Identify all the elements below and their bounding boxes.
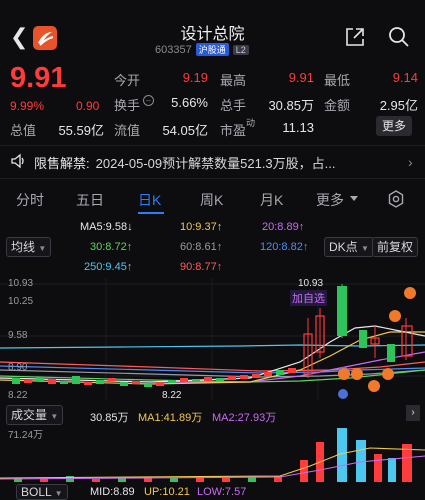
tab-weekly-k[interactable]: 周K [200, 190, 223, 210]
tab-more[interactable]: 更多 [316, 190, 344, 210]
stat-label-amount: 金额 [324, 98, 351, 113]
l2-badge: L2 [232, 44, 249, 55]
ma30-label: 30:8.72↑ [90, 241, 133, 253]
hk-connect-badge: 沪股通 [195, 43, 229, 56]
tab-five-day[interactable]: 五日 [76, 190, 104, 210]
stat-label-turnover: 换手 [114, 98, 141, 113]
stat-label-low: 最低 [324, 73, 351, 88]
ma5-label: MA5:9.58↓ [80, 221, 133, 233]
chevron-down-icon: ▼ [54, 489, 63, 498]
boll-mid: MID:8.89 [90, 486, 135, 498]
stock-code-line: 603357 沪股通 L2 [155, 43, 249, 56]
volume-max-label: 71.24万 [8, 430, 44, 441]
indicator-select[interactable]: 成交量 ▼ [6, 405, 64, 425]
boll-label: BOLL [21, 485, 52, 499]
y-axis-label-2: 10.25 [8, 296, 34, 307]
share-icon[interactable] [344, 26, 366, 53]
tab-intraday[interactable]: 分时 [16, 190, 44, 210]
stat-label-open: 今开 [114, 73, 141, 88]
volume-chart: 71.24万 [0, 424, 425, 482]
stat-label-pe: 市盈 [220, 123, 247, 138]
stat-value-volume: 30.85万 [268, 98, 314, 113]
price-adjust-select[interactable]: 前复权 [372, 237, 419, 257]
chevron-down-icon [350, 196, 358, 201]
indicator-label: 成交量 [11, 408, 48, 422]
more-stats-button[interactable]: 更多 [376, 116, 412, 136]
chevron-right-icon[interactable]: › [406, 405, 420, 421]
change-percent: 9.99% [10, 99, 45, 113]
change-amount: 0.90 [76, 99, 100, 113]
ma120-label: 120:8.82↑ [260, 241, 309, 253]
tab-monthly-k[interactable]: 月K [260, 190, 283, 210]
search-icon[interactable] [388, 26, 410, 53]
notice-bar[interactable]: 限售解禁: 2024-05-09预计解禁数量521.3万股，占... › [0, 145, 425, 179]
ma60-label: 60:8.61↑ [180, 241, 223, 253]
volume-ma2: MA2:27.93万 [212, 412, 277, 424]
ma10-label: 10:9.37↑ [180, 221, 223, 233]
low-price-label: 8.22 [162, 390, 182, 401]
current-price: 9.91 [10, 62, 67, 94]
period-tabs: 分时 五日 日K 周K 月K 更多 [0, 182, 425, 216]
notice-title: 限售解禁: [34, 155, 90, 171]
dk-point-label: DK点 [329, 240, 358, 254]
stat-label-pe-sup: 动 [246, 118, 256, 128]
chevron-down-icon: ▼ [50, 412, 59, 421]
boll-up: UP:10.21 [144, 486, 190, 498]
settings-icon[interactable] [386, 189, 406, 214]
notice-text: 2024-05-09预计解禁数量521.3万股，占... [95, 155, 336, 171]
stat-value-total-value: 55.59亿 [58, 123, 104, 138]
ma90-label: 90:8.77↑ [180, 261, 223, 273]
y-axis-label-4: 8.90 [8, 362, 28, 373]
stat-value-open: 9.19 [182, 70, 208, 85]
stat-value-float-value: 54.05亿 [162, 123, 208, 138]
volume-ma1: MA1:41.89万 [138, 412, 203, 424]
active-tab-underline [138, 212, 164, 214]
ma-type-label: 均线 [11, 240, 36, 254]
chevron-down-icon: ▼ [38, 244, 47, 253]
stat-label-volume: 总手 [220, 98, 247, 113]
y-axis-label-3: 9.58 [8, 330, 28, 341]
stat-value-turnover: 5.66% [171, 95, 208, 110]
chevron-right-icon: › [408, 154, 413, 170]
stat-value-pe: 11.13 [282, 120, 314, 135]
add-watchlist-tag[interactable]: 加自选 [290, 290, 327, 306]
header: ❮ 设计总院 603357 沪股通 L2 [0, 0, 425, 62]
boll-low: LOW:7.57 [197, 486, 247, 498]
stat-label-high: 最高 [220, 73, 247, 88]
y-axis-label-1: 10.93 [8, 278, 34, 289]
stock-code: 603357 [155, 43, 192, 56]
dk-point-select[interactable]: DK点 ▼ [324, 237, 374, 257]
stat-label-float-value: 流值 [114, 123, 141, 138]
stat-value-low: 9.14 [392, 70, 418, 85]
high-price-label: 10.93 [298, 278, 324, 289]
notice-icon [10, 153, 26, 172]
boll-select[interactable]: BOLL ▼ [16, 484, 68, 500]
ma250-label: 250:9.45↑ [84, 261, 133, 273]
ma-type-select[interactable]: 均线 ▼ [6, 237, 52, 257]
kline-chart[interactable]: 10.93 10.25 9.58 8.90 8.22 10.93 8.22 加自… [0, 278, 425, 401]
stat-value-amount: 2.95亿 [379, 98, 418, 113]
stat-value-high: 9.91 [288, 70, 314, 85]
y-axis-label-5: 8.22 [8, 390, 28, 401]
stat-label-total-value: 总值 [10, 123, 37, 138]
tab-daily-k[interactable]: 日K [138, 190, 161, 210]
chevron-down-icon: ▼ [361, 244, 369, 253]
ma20-label: 20:8.89↑ [262, 221, 305, 233]
volume-total: 30.85万 [90, 412, 129, 424]
